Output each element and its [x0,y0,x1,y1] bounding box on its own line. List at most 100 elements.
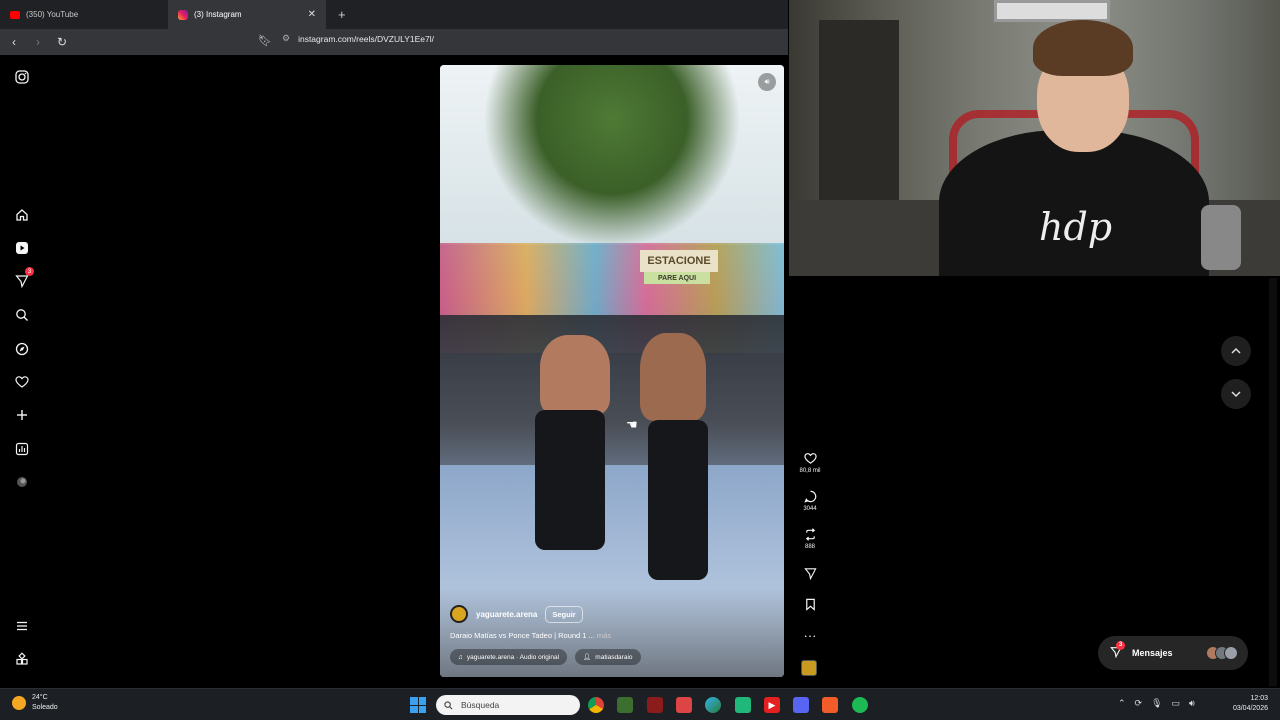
create-icon[interactable] [12,405,32,425]
forward-icon[interactable]: › [28,35,48,49]
page-scrollbar[interactable] [1269,278,1277,686]
reel-meta: ♫ yaguarete.arena · Audio original 👤︎ ma… [450,649,641,665]
street-sign-sub: PARE AQUI [644,272,710,284]
author-avatar[interactable] [450,605,468,623]
person-icon: 👤︎ [583,654,592,661]
like-button[interactable]: 80,8 mil [796,452,824,474]
save-button[interactable] [796,598,824,613]
sun-icon [12,696,26,710]
audio-avatar[interactable] [801,660,817,676]
weather-text: 24°C Soleado [32,693,58,713]
display-icon[interactable]: ▭ [1172,698,1181,709]
chat-app-icon[interactable] [735,697,751,713]
mail-icon[interactable] [676,697,692,713]
url-field[interactable]: ⚙ instagram.com/reels/DVZULY1Ee7l/ [282,33,434,44]
webcam-wall-frame [994,0,1110,22]
repost-count: 888 [804,544,815,550]
webcam-bottle [1201,205,1241,270]
comment-icon [796,490,824,505]
previous-reel-button[interactable] [1221,336,1251,366]
meta-apps-icon[interactable] [12,649,32,669]
microphone-icon[interactable]: 🎙︎ [1151,698,1162,709]
windows-start-icon[interactable] [410,697,426,713]
instagram-icon [178,9,188,20]
tab-label: (3) Instagram [194,10,242,19]
heart-icon[interactable] [12,372,32,392]
like-count: 80,8 mil [799,468,821,474]
youtube-app-icon[interactable]: ▶ [764,697,780,713]
reel-video[interactable]: ESTACIONE PARE AQUI 🔊︎ ☚ yaguarete.arena… [440,65,784,677]
volume-icon[interactable]: 🔊︎ [758,73,776,91]
notification-badge: 3 [25,267,34,276]
fighter-right-pants [648,420,708,580]
audio-label: yaguarete.arena · Audio original [466,653,560,661]
reel-caption[interactable]: Daraio Matías vs Ponce Tadeo | Round 1 .… [450,631,611,640]
tab-youtube[interactable]: (350) YouTube [0,0,168,29]
fighter-left-pants [535,410,605,550]
messages-button[interactable]: 3 Mensajes [1098,636,1248,670]
speaker-icon[interactable]: 🔊︎ [1189,698,1195,709]
chevron-up-icon[interactable]: ⌃ [1118,698,1126,709]
back-icon[interactable]: ‹ [4,35,24,49]
tab-instagram[interactable]: (3) Instagram ✕ [168,0,326,29]
windows-taskbar: 24°C Soleado Búsqueda ▶ ⌃ ⟳ 🎙︎ ▭ 🔊︎ 12:0… [0,688,1280,720]
direct-message-icon[interactable]: 3 [12,267,34,291]
search-placeholder: Búsqueda [461,700,500,710]
reels-icon[interactable] [12,238,32,258]
music-note-icon: ♫ [458,653,463,661]
repost-button[interactable]: 888 [796,528,824,550]
messages-badge: 3 [1116,640,1125,650]
taskbar-clock[interactable]: 12:03 03/04/2026 [1218,694,1268,714]
street-sign: ESTACIONE [640,250,718,272]
taskbar-search[interactable]: Búsqueda [436,695,580,715]
search-icon [444,700,453,709]
site-info-icon[interactable]: ⚙ [282,33,290,44]
tagged-user: matiasdaraio [595,653,633,661]
discord-icon[interactable] [793,697,809,713]
chrome-icon[interactable] [588,697,604,713]
spotify-icon[interactable] [852,697,868,713]
explore-icon[interactable] [12,339,32,359]
weather-widget[interactable]: 24°C Soleado [12,693,58,713]
media-app-icon[interactable] [647,697,663,713]
bookmark-icon [796,598,824,613]
dashboard-icon[interactable] [12,439,32,459]
close-icon[interactable]: ✕ [308,9,316,20]
reload-icon[interactable]: ↻ [52,35,72,49]
menu-icon[interactable] [12,616,32,636]
tagged-user-pill[interactable]: 👤︎ matiasdaraio [575,649,641,665]
next-reel-button[interactable] [1221,379,1251,409]
edge-icon[interactable] [705,697,721,713]
url-text: instagram.com/reels/DVZULY1Ee7l/ [298,33,434,44]
shirt-logo: hdp [1039,205,1113,249]
weather-condition: Soleado [32,704,58,711]
messages-label: Mensajes [1132,648,1173,658]
caption-more-link[interactable]: más [597,631,611,640]
share-icon [796,567,824,582]
author-username[interactable]: yaguarete.arena [476,610,537,619]
more-options-button[interactable]: ··· [796,628,824,643]
notepad-icon[interactable] [617,697,633,713]
audio-pill[interactable]: ♫ yaguarete.arena · Audio original [450,649,568,665]
brave-icon[interactable] [822,697,838,713]
webcam-door [819,20,899,230]
caption-text: Daraio Matías vs Ponce Tadeo | Round 1 .… [450,631,595,640]
home-icon[interactable] [12,205,32,225]
time: 12:03 [1250,695,1268,702]
date: 03/04/2026 [1232,705,1268,712]
instagram-sidebar: 3 [0,55,44,687]
heart-icon [796,452,824,467]
repost-icon [796,528,824,543]
instagram-logo-icon[interactable] [12,67,32,87]
comment-button[interactable]: 3044 [796,490,824,512]
follow-button[interactable]: Seguir [545,605,583,623]
browser-tab-bar: (350) YouTube (3) Instagram ✕ + [0,0,788,29]
profile-avatar-icon[interactable] [12,472,32,492]
search-icon[interactable] [12,305,32,325]
bookmark-icon[interactable]: 🔖︎ [258,34,272,47]
share-button[interactable] [796,567,824,582]
new-tab-icon[interactable]: + [338,7,346,22]
sync-icon[interactable]: ⟳ [1135,698,1143,709]
address-bar: ‹ › ↻ 🔖︎ ⚙ instagram.com/reels/DVZULY1Ee… [0,29,788,55]
webcam-person-shirt [939,130,1209,276]
